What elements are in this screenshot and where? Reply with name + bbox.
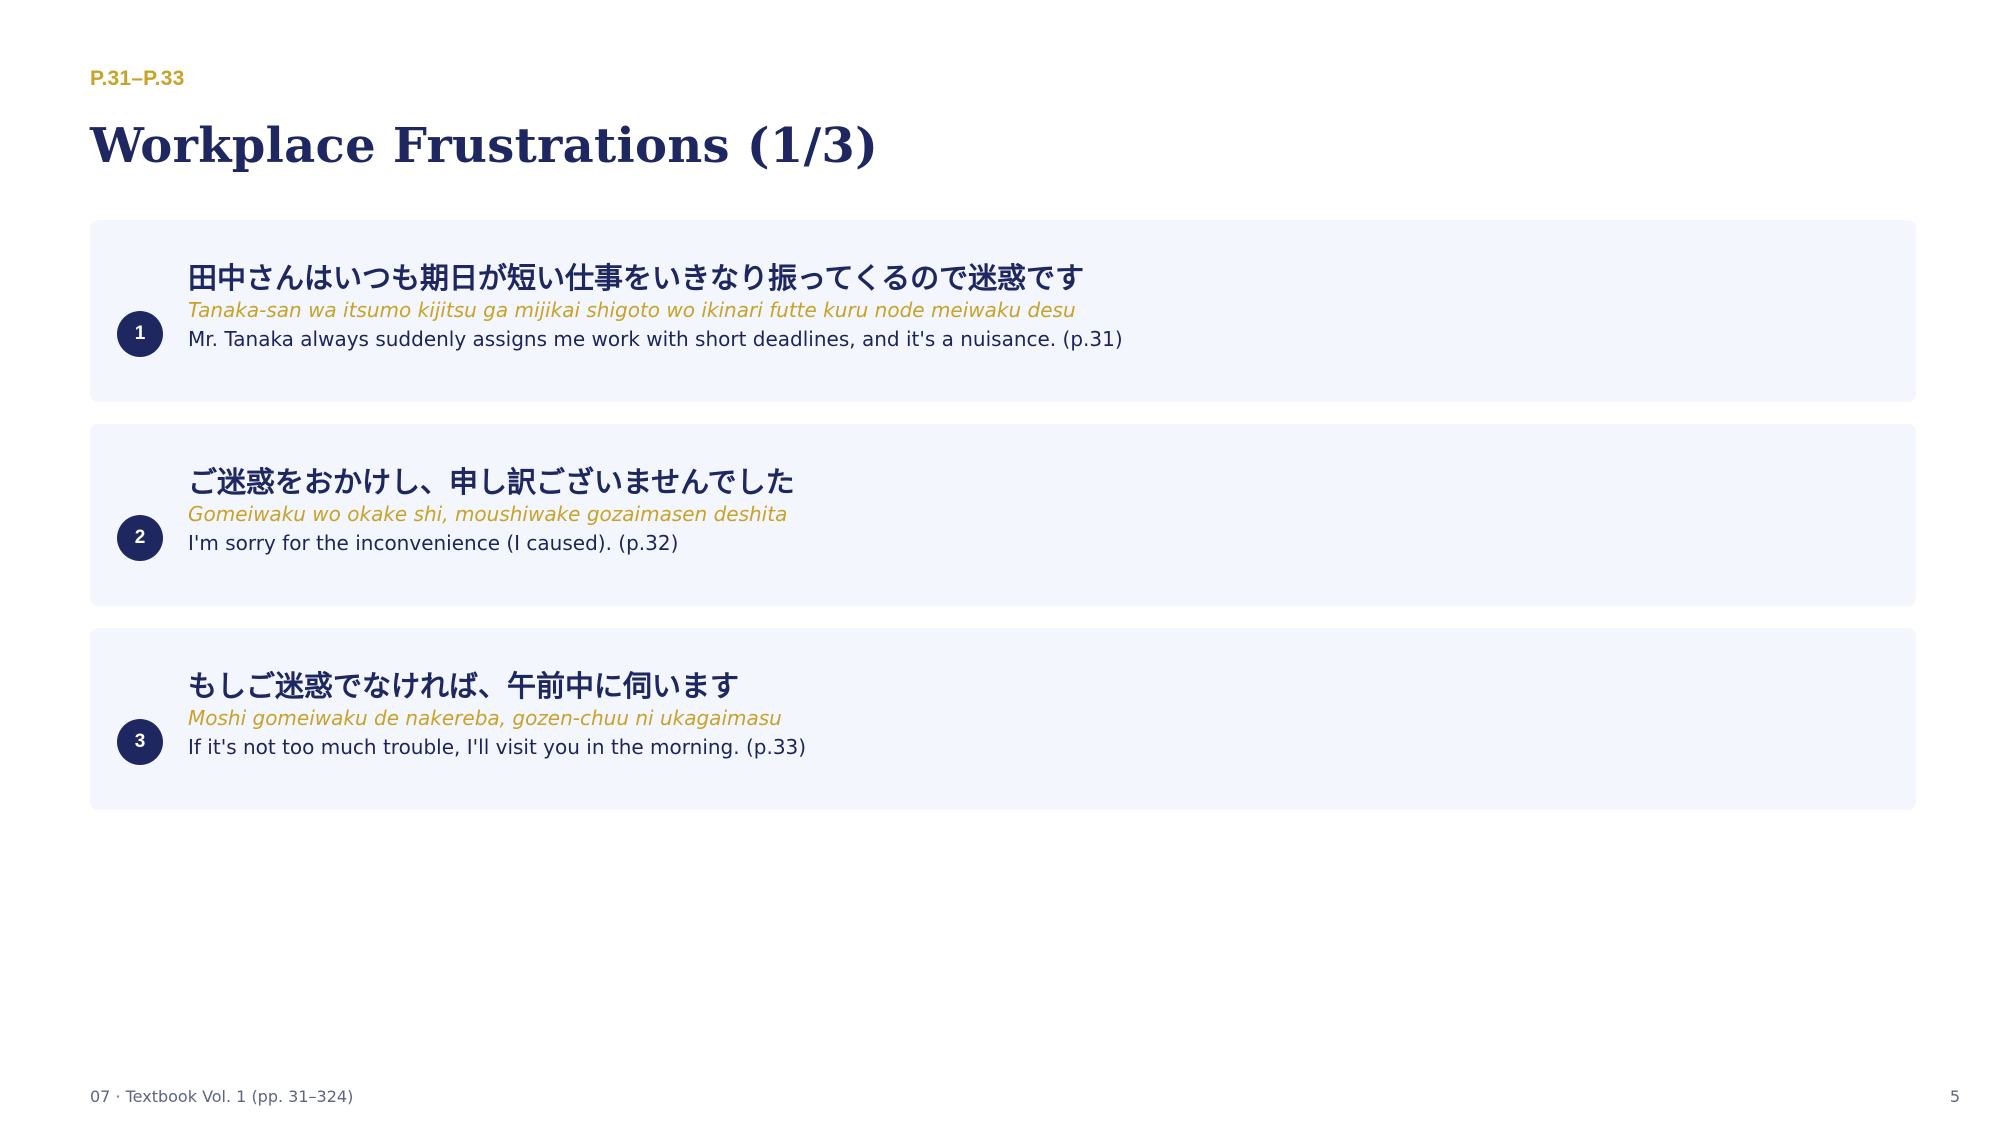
footer-source: 07 · Textbook Vol. 1 (pp. 31–324) xyxy=(90,1087,354,1106)
romaji-reading: Gomeiwaku wo okake shi, moushiwake gozai… xyxy=(188,502,788,526)
english-translation: Mr. Tanaka always suddenly assigns me wo… xyxy=(188,327,1123,351)
english-translation: I'm sorry for the inconvenience (I cause… xyxy=(188,531,679,555)
page-title: Workplace Frustrations (1/3) xyxy=(90,118,879,174)
item-number-badge: 1 xyxy=(117,311,163,357)
english-translation: If it's not too much trouble, I'll visit… xyxy=(188,735,807,759)
phrase-card-2: 2 ご迷惑をおかけし、申し訳ございませんでした Gomeiwaku wo oka… xyxy=(90,424,1916,606)
romaji-reading: Tanaka-san wa itsumo kijitsu ga mijikai … xyxy=(188,298,1076,322)
phrase-card-3: 3 もしご迷惑でなければ、午前中に伺います Moshi gomeiwaku de… xyxy=(90,628,1916,810)
japanese-phrase: もしご迷惑でなければ、午前中に伺います xyxy=(188,669,740,703)
romaji-reading: Moshi gomeiwaku de nakereba, gozen-chuu … xyxy=(188,706,782,730)
phrase-list: 1 田中さんはいつも期日が短い仕事をいきなり振ってくるので迷惑です Tanaka… xyxy=(90,220,1916,832)
item-number-badge: 2 xyxy=(117,515,163,561)
phrase-text: ご迷惑をおかけし、申し訳ございませんでした Gomeiwaku wo okake… xyxy=(188,464,1886,558)
item-number-badge: 3 xyxy=(117,719,163,765)
japanese-phrase: 田中さんはいつも期日が短い仕事をいきなり振ってくるので迷惑です xyxy=(188,261,1085,295)
footer-page-number: 5 xyxy=(1949,1087,1960,1106)
japanese-phrase: ご迷惑をおかけし、申し訳ございませんでした xyxy=(188,465,795,499)
phrase-card-1: 1 田中さんはいつも期日が短い仕事をいきなり振ってくるので迷惑です Tanaka… xyxy=(90,220,1916,402)
phrase-text: 田中さんはいつも期日が短い仕事をいきなり振ってくるので迷惑です Tanaka-s… xyxy=(188,260,1886,354)
page-range-label: P.31–P.33 xyxy=(90,67,185,90)
phrase-text: もしご迷惑でなければ、午前中に伺います Moshi gomeiwaku de n… xyxy=(188,668,1886,762)
